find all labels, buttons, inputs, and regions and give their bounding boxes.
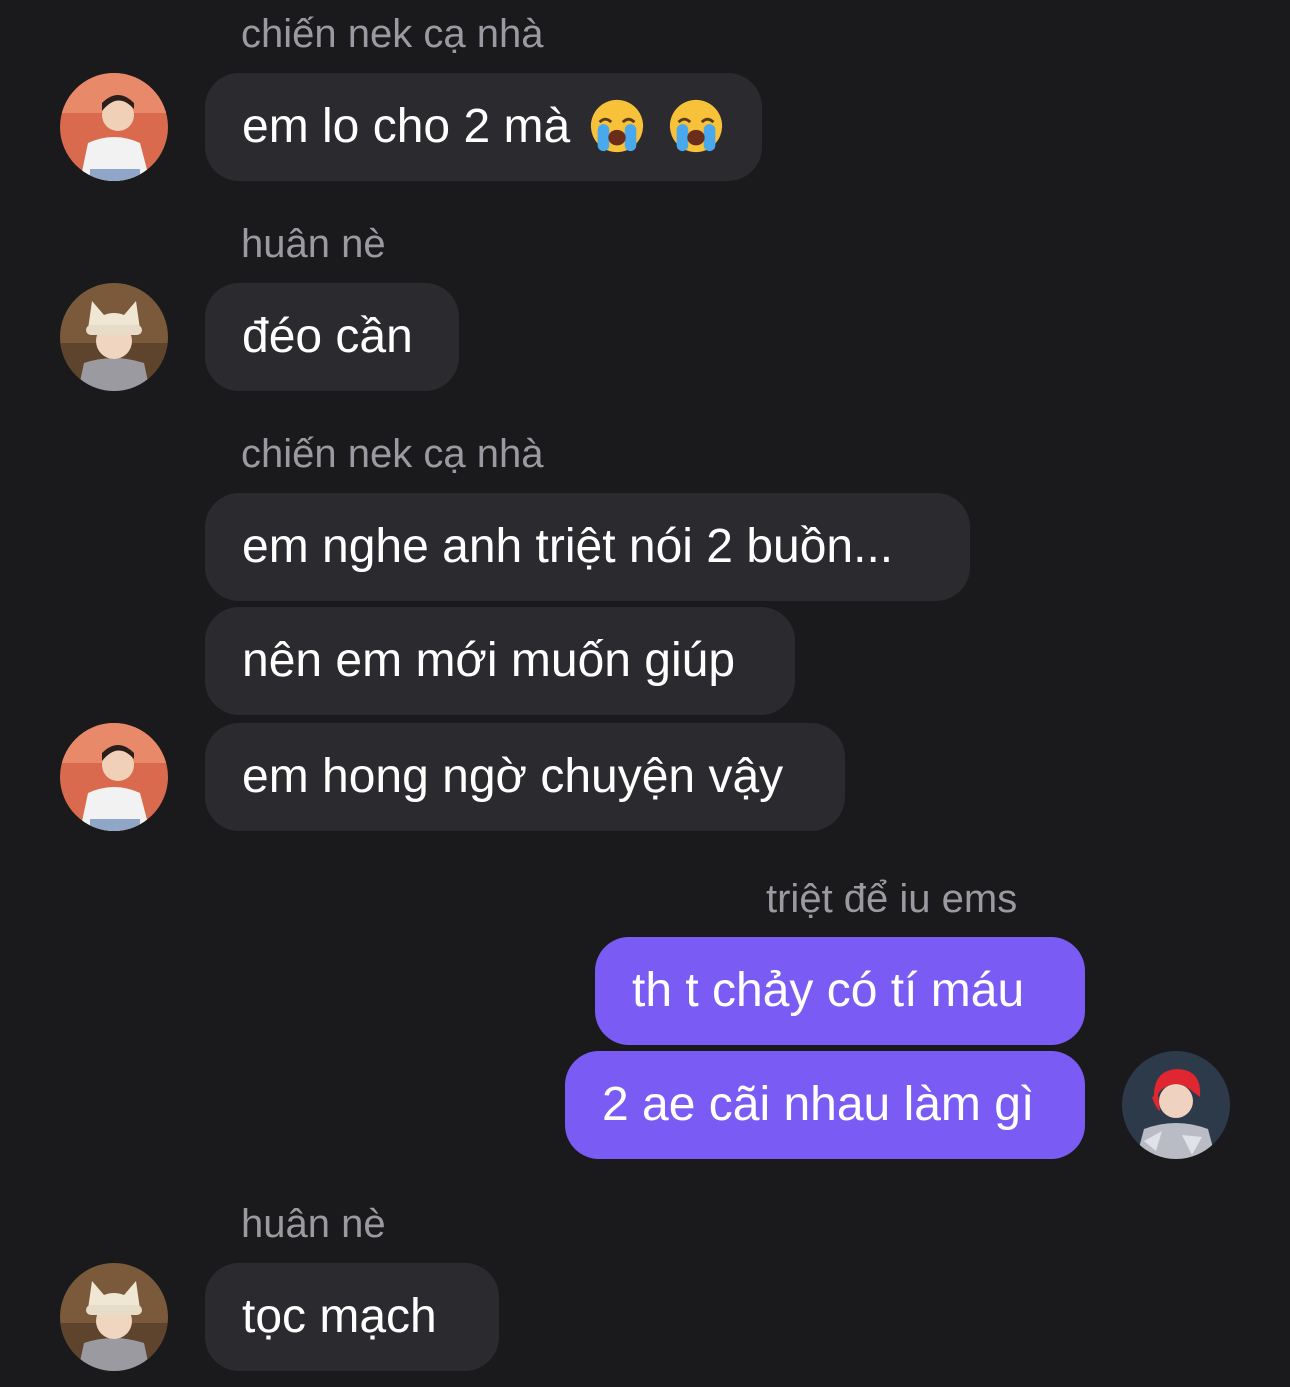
avatar-huan-icon[interactable] [60, 283, 168, 391]
message-text: tọc mạch [242, 1290, 437, 1343]
message-text: em lo cho 2 mà [242, 100, 571, 153]
message-bubble[interactable]: em hong ngờ chuyện vậy [205, 723, 845, 831]
chat-thread: chiến nek cạ nhà em lo cho 2 mà huân nè … [0, 0, 1290, 1387]
sender-name: chiến nek cạ nhà [241, 12, 544, 56]
message-bubble[interactable]: em lo cho 2 mà [205, 73, 762, 181]
message-text: đéo cần [242, 310, 413, 363]
sender-name: huân nè [241, 1202, 386, 1246]
message-bubble-outgoing[interactable]: 2 ae cãi nhau làm gì [565, 1051, 1085, 1159]
sender-name: huân nè [241, 222, 386, 266]
message-bubble[interactable]: nên em mới muốn giúp [205, 607, 795, 715]
message-text: th t chảy có tí máu [632, 964, 1025, 1017]
message-bubble[interactable]: tọc mạch [205, 1263, 499, 1371]
sender-name: triệt để iu ems [766, 877, 1018, 921]
loudly-crying-face-icon [590, 100, 643, 153]
avatar-huan-icon[interactable] [60, 1263, 168, 1371]
loudly-crying-face-icon [669, 100, 722, 153]
message-bubble[interactable]: đéo cần [205, 283, 459, 391]
message-text: 2 ae cãi nhau làm gì [602, 1078, 1035, 1131]
message-text: em hong ngờ chuyện vậy [242, 750, 784, 803]
message-bubble-outgoing[interactable]: th t chảy có tí máu [595, 937, 1085, 1045]
sender-name: chiến nek cạ nhà [241, 432, 544, 476]
avatar-triet-icon[interactable] [1122, 1051, 1230, 1159]
message-text: em nghe anh triệt nói 2 buồn... [242, 520, 894, 573]
avatar-chien-icon[interactable] [60, 73, 168, 181]
message-bubble[interactable]: em nghe anh triệt nói 2 buồn... [205, 493, 970, 601]
message-text: nên em mới muốn giúp [242, 634, 736, 687]
avatar-chien-icon[interactable] [60, 723, 168, 831]
